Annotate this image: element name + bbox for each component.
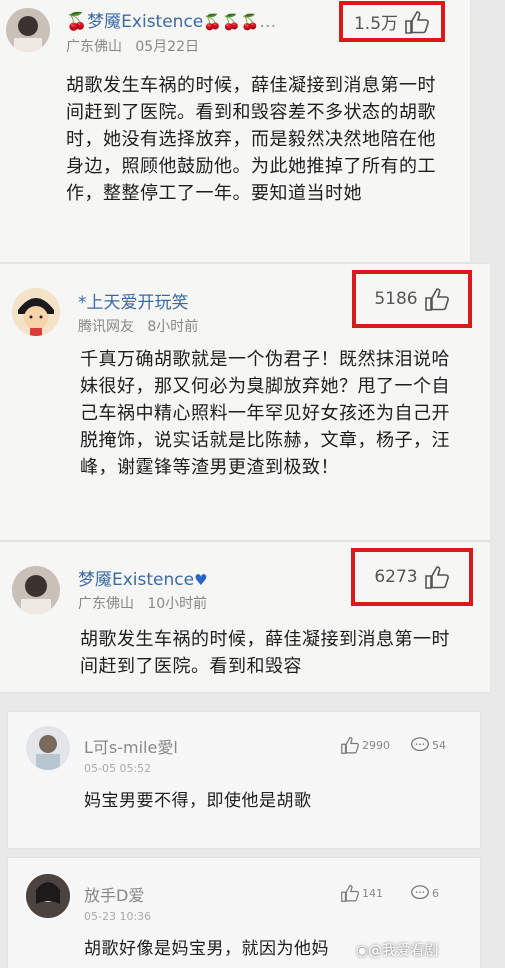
reply-comment-count: 6 — [432, 886, 439, 900]
thumbs-up-icon — [404, 10, 430, 34]
cherry-badge-icon: 🍒🍒🍒 — [203, 13, 260, 31]
reply-comment-button[interactable]: 54 — [410, 736, 446, 754]
reply-comment-button[interactable]: 6 — [410, 884, 439, 902]
reply-like-count: 2990 — [362, 738, 390, 752]
thumbs-up-icon — [341, 884, 359, 902]
thumbs-up-icon — [424, 287, 450, 311]
thumbs-up-icon — [424, 565, 450, 589]
comment-card: 梦魇Existence♥ 广东佛山 10小时前 6273 胡歌发生车祸的时候，薛… — [0, 542, 490, 692]
like-count: 6273 — [374, 567, 418, 587]
heart-badge-icon: ♥ — [194, 571, 208, 589]
comment-meta: 腾讯网友 8小时前 — [78, 319, 199, 335]
comment-bubble-icon — [411, 737, 429, 752]
avatar[interactable] — [6, 8, 50, 52]
comment-text: 胡歌发生车祸的时候，薛佳凝接到消息第一时间赶到了医院。看到和毁容 — [80, 629, 450, 677]
comment-meta: 广东佛山 05月22日 — [66, 39, 199, 55]
avatar[interactable] — [12, 566, 60, 614]
avatar[interactable] — [26, 726, 70, 770]
username[interactable]: *上天爱开玩笑 — [78, 288, 189, 313]
avatar[interactable] — [12, 288, 60, 336]
reply-time: 05-23 10:36 — [84, 910, 152, 923]
comment-bubble-icon — [411, 885, 429, 900]
comment-card: 🍒梦魇Existence🍒🍒🍒… 广东佛山 05月22日 1.5万 胡歌发生车祸… — [0, 0, 470, 262]
reply-like-button[interactable]: 141 — [340, 884, 383, 902]
comment-text: 千真万确胡歌就是一个伪君子！既然抹泪说哈妹很好，那又何必为臭脚放弃她？甩了一个自… — [80, 349, 450, 478]
thumbs-up-icon — [341, 736, 359, 754]
like-button[interactable]: 1.5万 — [339, 1, 445, 42]
username[interactable]: 放手D爱 — [84, 882, 144, 906]
username[interactable]: 梦魇Existence♥ — [78, 565, 208, 590]
username[interactable]: L可s-mile愛l — [84, 734, 178, 758]
reply-card: L可s-mile愛l 05-05 05:52 2990 54 妈宝男要不得，即使… — [8, 712, 480, 848]
watermark: ◉@我爱看剧 — [356, 943, 439, 959]
avatar[interactable] — [26, 874, 70, 918]
reply-time: 05-05 05:52 — [84, 762, 152, 775]
reply-text: 妈宝男要不得，即使他是胡歌 — [84, 791, 312, 811]
reply-like-button[interactable]: 2990 — [340, 736, 390, 754]
user-badge-icon: 🍒 — [66, 12, 88, 32]
reply-comment-count: 54 — [432, 738, 446, 752]
comment-meta: 广东佛山 10小时前 — [78, 596, 208, 612]
like-count: 5186 — [374, 289, 418, 309]
username[interactable]: 🍒梦魇Existence🍒🍒🍒… — [66, 7, 276, 32]
weibo-logo-icon: ◉ — [356, 943, 369, 959]
like-count: 1.5万 — [353, 14, 399, 34]
reply-like-count: 141 — [362, 886, 383, 900]
like-button[interactable]: 5186 — [352, 270, 472, 328]
comment-text: 胡歌发生车祸的时候，薛佳凝接到消息第一时间赶到了医院。看到和毁容差不多状态的胡歌… — [66, 75, 436, 204]
like-button[interactable]: 6273 — [351, 548, 473, 606]
comment-card: *上天爱开玩笑 腾讯网友 8小时前 5186 千真万确胡歌就是一个伪君子！既然抹… — [0, 264, 490, 540]
